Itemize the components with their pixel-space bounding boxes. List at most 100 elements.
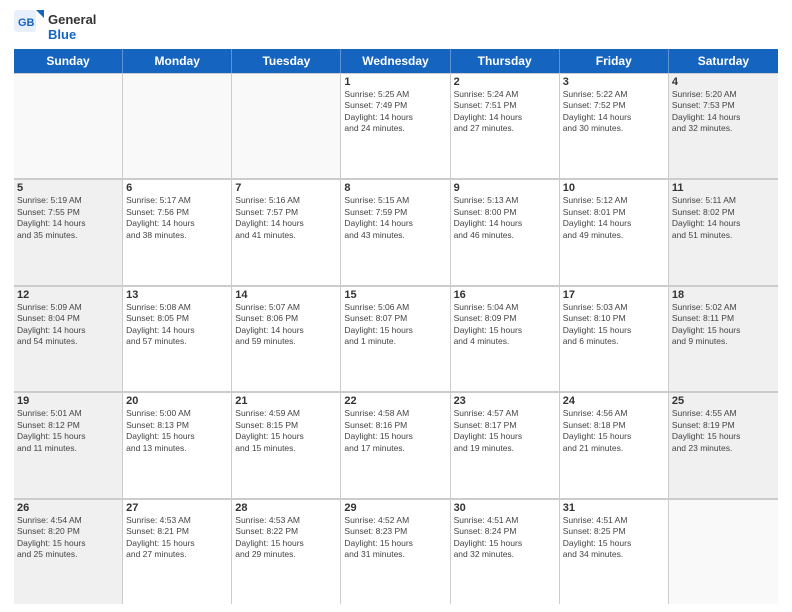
cell-date-number: 16 xyxy=(454,289,556,301)
calendar-cell-27: 27Sunrise: 4:53 AM Sunset: 8:21 PM Dayli… xyxy=(123,499,232,604)
calendar-cell-empty-0-0 xyxy=(14,73,123,178)
cell-date-number: 22 xyxy=(344,395,446,407)
calendar-week-3: 12Sunrise: 5:09 AM Sunset: 8:04 PM Dayli… xyxy=(14,286,778,392)
cell-info-text: Sunrise: 5:09 AM Sunset: 8:04 PM Dayligh… xyxy=(17,302,119,348)
cell-info-text: Sunrise: 5:24 AM Sunset: 7:51 PM Dayligh… xyxy=(454,89,556,135)
day-header-sunday: Sunday xyxy=(14,49,123,73)
calendar-cell-21: 21Sunrise: 4:59 AM Sunset: 8:15 PM Dayli… xyxy=(232,392,341,497)
header: GB General Blue xyxy=(14,10,778,45)
cell-date-number: 1 xyxy=(344,76,446,88)
calendar-cell-29: 29Sunrise: 4:52 AM Sunset: 8:23 PM Dayli… xyxy=(341,499,450,604)
cell-info-text: Sunrise: 5:03 AM Sunset: 8:10 PM Dayligh… xyxy=(563,302,665,348)
calendar-cell-10: 10Sunrise: 5:12 AM Sunset: 8:01 PM Dayli… xyxy=(560,179,669,284)
cell-date-number: 21 xyxy=(235,395,337,407)
cell-date-number: 18 xyxy=(672,289,775,301)
page: GB General Blue SundayMondayTuesdayWedne… xyxy=(0,0,792,612)
cell-date-number: 30 xyxy=(454,502,556,514)
cell-date-number: 17 xyxy=(563,289,665,301)
cell-info-text: Sunrise: 5:25 AM Sunset: 7:49 PM Dayligh… xyxy=(344,89,446,135)
cell-info-text: Sunrise: 4:51 AM Sunset: 8:25 PM Dayligh… xyxy=(563,515,665,561)
calendar-week-5: 26Sunrise: 4:54 AM Sunset: 8:20 PM Dayli… xyxy=(14,499,778,604)
cell-date-number: 3 xyxy=(563,76,665,88)
cell-info-text: Sunrise: 5:13 AM Sunset: 8:00 PM Dayligh… xyxy=(454,195,556,241)
cell-info-text: Sunrise: 5:04 AM Sunset: 8:09 PM Dayligh… xyxy=(454,302,556,348)
day-header-friday: Friday xyxy=(560,49,669,73)
cell-date-number: 20 xyxy=(126,395,228,407)
calendar: SundayMondayTuesdayWednesdayThursdayFrid… xyxy=(14,49,778,604)
logo-blue: Blue xyxy=(48,28,96,42)
cell-date-number: 11 xyxy=(672,182,775,194)
cell-info-text: Sunrise: 5:16 AM Sunset: 7:57 PM Dayligh… xyxy=(235,195,337,241)
cell-info-text: Sunrise: 5:22 AM Sunset: 7:52 PM Dayligh… xyxy=(563,89,665,135)
calendar-cell-2: 2Sunrise: 5:24 AM Sunset: 7:51 PM Daylig… xyxy=(451,73,560,178)
calendar-cell-18: 18Sunrise: 5:02 AM Sunset: 8:11 PM Dayli… xyxy=(669,286,778,391)
calendar-cell-empty-0-1 xyxy=(123,73,232,178)
calendar-week-2: 5Sunrise: 5:19 AM Sunset: 7:55 PM Daylig… xyxy=(14,179,778,285)
cell-date-number: 24 xyxy=(563,395,665,407)
cell-info-text: Sunrise: 5:11 AM Sunset: 8:02 PM Dayligh… xyxy=(672,195,775,241)
day-header-monday: Monday xyxy=(123,49,232,73)
cell-date-number: 7 xyxy=(235,182,337,194)
calendar-cell-19: 19Sunrise: 5:01 AM Sunset: 8:12 PM Dayli… xyxy=(14,392,123,497)
day-header-saturday: Saturday xyxy=(669,49,778,73)
cell-info-text: Sunrise: 5:20 AM Sunset: 7:53 PM Dayligh… xyxy=(672,89,775,135)
logo-svg: GB xyxy=(14,10,44,40)
cell-date-number: 4 xyxy=(672,76,775,88)
cell-date-number: 10 xyxy=(563,182,665,194)
cell-info-text: Sunrise: 5:06 AM Sunset: 8:07 PM Dayligh… xyxy=(344,302,446,348)
calendar-cell-11: 11Sunrise: 5:11 AM Sunset: 8:02 PM Dayli… xyxy=(669,179,778,284)
cell-info-text: Sunrise: 5:01 AM Sunset: 8:12 PM Dayligh… xyxy=(17,408,119,454)
calendar-cell-24: 24Sunrise: 4:56 AM Sunset: 8:18 PM Dayli… xyxy=(560,392,669,497)
cell-info-text: Sunrise: 5:17 AM Sunset: 7:56 PM Dayligh… xyxy=(126,195,228,241)
calendar-cell-1: 1Sunrise: 5:25 AM Sunset: 7:49 PM Daylig… xyxy=(341,73,450,178)
cell-info-text: Sunrise: 4:53 AM Sunset: 8:21 PM Dayligh… xyxy=(126,515,228,561)
logo: GB General Blue xyxy=(14,10,96,45)
calendar-cell-25: 25Sunrise: 4:55 AM Sunset: 8:19 PM Dayli… xyxy=(669,392,778,497)
calendar-cell-13: 13Sunrise: 5:08 AM Sunset: 8:05 PM Dayli… xyxy=(123,286,232,391)
calendar-cell-28: 28Sunrise: 4:53 AM Sunset: 8:22 PM Dayli… xyxy=(232,499,341,604)
calendar-cell-9: 9Sunrise: 5:13 AM Sunset: 8:00 PM Daylig… xyxy=(451,179,560,284)
calendar-cell-14: 14Sunrise: 5:07 AM Sunset: 8:06 PM Dayli… xyxy=(232,286,341,391)
cell-info-text: Sunrise: 5:00 AM Sunset: 8:13 PM Dayligh… xyxy=(126,408,228,454)
cell-info-text: Sunrise: 5:12 AM Sunset: 8:01 PM Dayligh… xyxy=(563,195,665,241)
cell-info-text: Sunrise: 5:07 AM Sunset: 8:06 PM Dayligh… xyxy=(235,302,337,348)
cell-info-text: Sunrise: 4:59 AM Sunset: 8:15 PM Dayligh… xyxy=(235,408,337,454)
cell-date-number: 25 xyxy=(672,395,775,407)
cell-date-number: 19 xyxy=(17,395,119,407)
cell-info-text: Sunrise: 4:54 AM Sunset: 8:20 PM Dayligh… xyxy=(17,515,119,561)
cell-date-number: 27 xyxy=(126,502,228,514)
cell-date-number: 13 xyxy=(126,289,228,301)
cell-date-number: 9 xyxy=(454,182,556,194)
day-header-wednesday: Wednesday xyxy=(341,49,450,73)
calendar-cell-empty-0-2 xyxy=(232,73,341,178)
cell-date-number: 2 xyxy=(454,76,556,88)
calendar-cell-30: 30Sunrise: 4:51 AM Sunset: 8:24 PM Dayli… xyxy=(451,499,560,604)
cell-info-text: Sunrise: 5:15 AM Sunset: 7:59 PM Dayligh… xyxy=(344,195,446,241)
calendar-cell-20: 20Sunrise: 5:00 AM Sunset: 8:13 PM Dayli… xyxy=(123,392,232,497)
calendar-cell-4: 4Sunrise: 5:20 AM Sunset: 7:53 PM Daylig… xyxy=(669,73,778,178)
calendar-body: 1Sunrise: 5:25 AM Sunset: 7:49 PM Daylig… xyxy=(14,73,778,604)
calendar-week-4: 19Sunrise: 5:01 AM Sunset: 8:12 PM Dayli… xyxy=(14,392,778,498)
cell-date-number: 31 xyxy=(563,502,665,514)
cell-date-number: 29 xyxy=(344,502,446,514)
cell-date-number: 23 xyxy=(454,395,556,407)
cell-date-number: 26 xyxy=(17,502,119,514)
cell-info-text: Sunrise: 4:57 AM Sunset: 8:17 PM Dayligh… xyxy=(454,408,556,454)
cell-info-text: Sunrise: 4:56 AM Sunset: 8:18 PM Dayligh… xyxy=(563,408,665,454)
calendar-cell-3: 3Sunrise: 5:22 AM Sunset: 7:52 PM Daylig… xyxy=(560,73,669,178)
calendar-cell-empty-4-6 xyxy=(669,499,778,604)
calendar-cell-23: 23Sunrise: 4:57 AM Sunset: 8:17 PM Dayli… xyxy=(451,392,560,497)
calendar-cell-5: 5Sunrise: 5:19 AM Sunset: 7:55 PM Daylig… xyxy=(14,179,123,284)
calendar-cell-8: 8Sunrise: 5:15 AM Sunset: 7:59 PM Daylig… xyxy=(341,179,450,284)
cell-info-text: Sunrise: 4:58 AM Sunset: 8:16 PM Dayligh… xyxy=(344,408,446,454)
cell-date-number: 6 xyxy=(126,182,228,194)
cell-date-number: 8 xyxy=(344,182,446,194)
cell-info-text: Sunrise: 4:53 AM Sunset: 8:22 PM Dayligh… xyxy=(235,515,337,561)
calendar-week-1: 1Sunrise: 5:25 AM Sunset: 7:49 PM Daylig… xyxy=(14,73,778,179)
calendar-cell-7: 7Sunrise: 5:16 AM Sunset: 7:57 PM Daylig… xyxy=(232,179,341,284)
calendar-header: SundayMondayTuesdayWednesdayThursdayFrid… xyxy=(14,49,778,73)
svg-text:GB: GB xyxy=(18,17,35,29)
calendar-cell-26: 26Sunrise: 4:54 AM Sunset: 8:20 PM Dayli… xyxy=(14,499,123,604)
cell-date-number: 15 xyxy=(344,289,446,301)
logo-general: General xyxy=(48,13,96,27)
